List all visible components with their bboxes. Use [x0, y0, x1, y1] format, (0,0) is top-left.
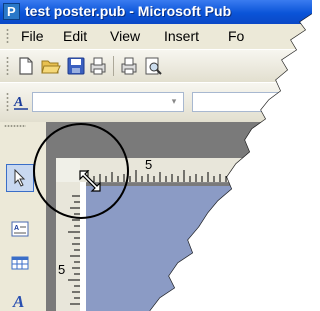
resize-cursor-icon	[79, 170, 101, 192]
